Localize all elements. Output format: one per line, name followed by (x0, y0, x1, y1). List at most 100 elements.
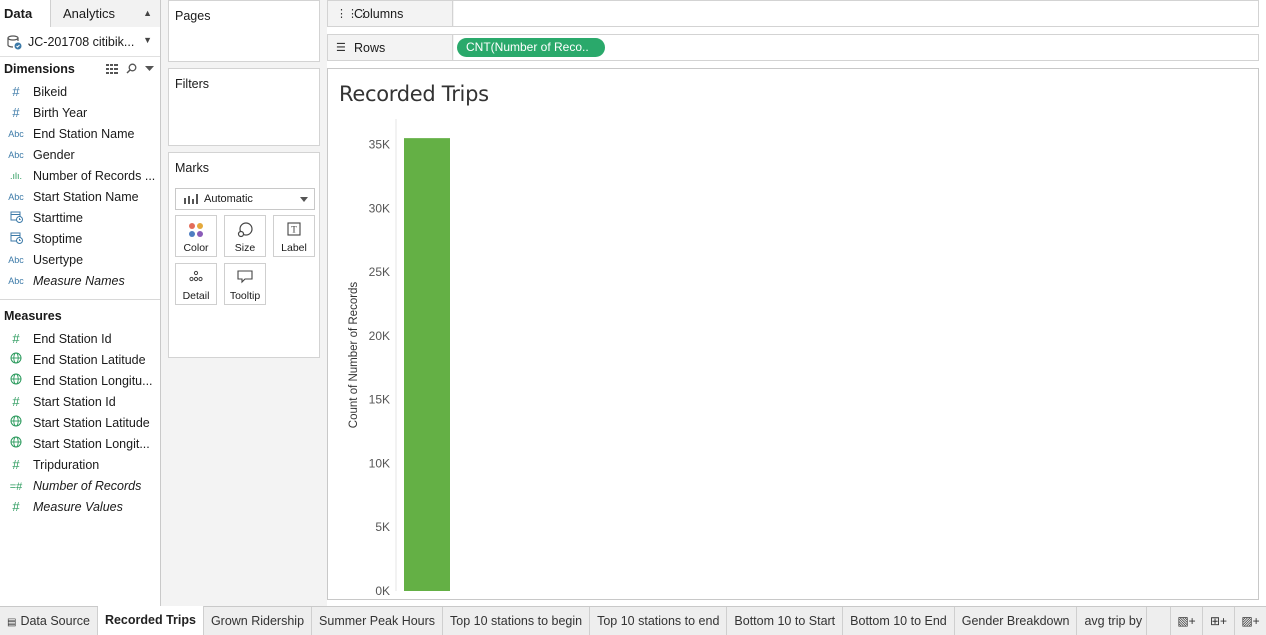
rows-shelf: ☰ Rows CNT(Number of Reco.. (327, 34, 1259, 61)
measure-field[interactable]: Start Station Latitude (0, 412, 160, 433)
string-type-icon: Abc (8, 254, 24, 265)
measure-field[interactable]: End Station Longitu... (0, 370, 160, 391)
filters-card[interactable]: Filters (168, 68, 320, 146)
sheet-tab-label: Recorded Trips (104, 613, 196, 627)
dimension-field[interactable]: .ılı. Number of Records ... (0, 165, 160, 186)
number-type-icon: # (12, 457, 20, 472)
dimension-field-name: Measure Names (33, 273, 125, 288)
tableau-workspace: Data Analytics ▲ ▼ JC-201708 citibik... D… (0, 0, 1266, 635)
columns-drop-zone[interactable] (454, 1, 1258, 26)
dimension-field[interactable]: Starttime (0, 207, 160, 228)
mark-type-dropdown[interactable]: Automatic (175, 188, 315, 210)
dimension-field-name: Usertype (33, 252, 84, 267)
dimension-field[interactable]: # Bikeid (0, 81, 160, 102)
marks-card: Marks Automatic Color Size T Label Detai… (168, 152, 320, 358)
sheet-tab-bar: ▤ Data Source Recorded Trips Grown Ridershi… (0, 606, 1266, 635)
dimension-field[interactable]: Abc Start Station Name (0, 186, 160, 207)
measure-field[interactable]: End Station Latitude (0, 349, 160, 370)
data-source-item[interactable]: JC-201708 citibik... (0, 27, 160, 57)
up-down-arrows-icon[interactable]: ▲ ▼ (143, 0, 152, 54)
color-icon (189, 223, 203, 237)
sheet-tab[interactable]: Top 10 stations to end (590, 607, 728, 635)
size-button[interactable]: Size (224, 215, 266, 257)
calculated-number-icon: =# (9, 480, 23, 493)
new-story-icon[interactable]: ▨+ (1234, 607, 1266, 635)
measure-field[interactable]: # Measure Values (0, 496, 160, 517)
dimension-field[interactable]: Abc Gender (0, 144, 160, 165)
measures-title: Measures (4, 309, 62, 323)
measure-field-name: Start Station Longit... (33, 436, 150, 451)
label-label: Label (281, 242, 307, 254)
sheet-tab[interactable]: Top 10 stations to begin (443, 607, 591, 635)
tab-data[interactable]: Data (0, 0, 50, 27)
y-tick-label: 15K (369, 393, 390, 407)
dimension-field[interactable]: Abc Measure Names (0, 270, 160, 291)
new-dashboard-icon[interactable]: ⊞+ (1202, 607, 1234, 635)
data-source-name: JC-201708 citibik... (28, 34, 135, 49)
detail-icon (189, 270, 203, 282)
tooltip-button[interactable]: Tooltip (224, 263, 266, 305)
dimension-field-name: Start Station Name (33, 189, 139, 204)
globe-icon (5, 373, 27, 388)
dimension-field[interactable]: # Birth Year (0, 102, 160, 123)
sheet-tab[interactable]: Bottom 10 to End (843, 607, 955, 635)
dimensions-header: Dimensions (0, 57, 160, 81)
chevron-down-icon[interactable] (145, 65, 154, 72)
measures-list: # End Station Id End Station Latitude End S… (0, 328, 160, 517)
dimension-field-name: Number of Records ... (33, 168, 156, 183)
measures-header: Measures (0, 304, 160, 328)
number-type-icon: # (12, 105, 20, 120)
measure-field-name: Start Station Id (33, 394, 116, 409)
bar-mark[interactable] (404, 138, 450, 591)
y-tick-label: 10K (369, 456, 390, 470)
dimension-field[interactable]: Stoptime (0, 228, 160, 249)
svg-text:T: T (291, 225, 297, 235)
sheet-tab[interactable]: Recorded Trips (97, 606, 204, 635)
measure-field-name: Start Station Latitude (33, 415, 150, 430)
sheet-tab[interactable]: Grown Ridership (204, 607, 313, 635)
pages-card[interactable]: Pages (168, 0, 320, 62)
dimension-field[interactable]: Abc Usertype (0, 249, 160, 270)
label-button[interactable]: T Label (273, 215, 315, 257)
rows-drop-zone[interactable]: CNT(Number of Reco.. (454, 35, 1258, 60)
sheet-tab-label: Top 10 stations to end (597, 614, 720, 628)
y-tick-label: 30K (369, 201, 390, 215)
dimension-field[interactable]: Abc End Station Name (0, 123, 160, 144)
search-icon[interactable] (126, 63, 137, 74)
tooltip-label: Tooltip (229, 290, 261, 302)
measure-field-name: Number of Records (33, 478, 142, 493)
data-pane: Data Analytics ▲ ▼ JC-201708 citibik... D… (0, 0, 161, 606)
worksheet-view: Recorded Trips 0K 5K 10K 15K 20K 25K 30K 35K Cou… (327, 68, 1259, 600)
color-button[interactable]: Color (175, 215, 217, 257)
detail-label: Detail (182, 290, 210, 302)
measure-field-name: Measure Values (33, 499, 123, 514)
new-worksheet-icon[interactable]: ▧+ (1170, 607, 1202, 635)
measure-field[interactable]: # Start Station Id (0, 391, 160, 412)
measure-field[interactable]: Start Station Longit... (0, 433, 160, 454)
cards-column: Pages Filters Marks Automatic Color Size… (161, 0, 327, 606)
measure-field[interactable]: =# Number of Records (0, 475, 160, 496)
measure-field[interactable]: # End Station Id (0, 328, 160, 349)
sheet-tab-label: avg trip by (1084, 614, 1143, 628)
tooltip-icon (237, 270, 253, 284)
sheet-tab-label: Summer Peak Hours (319, 614, 436, 628)
measure-field-name: Tripduration (33, 457, 100, 472)
columns-label: Columns (354, 6, 404, 21)
sheet-tab[interactable]: Gender Breakdown (955, 607, 1078, 635)
tab-bar-spacer (1147, 607, 1170, 635)
view-list-icon[interactable] (106, 63, 118, 74)
string-type-icon: Abc (8, 128, 24, 139)
rows-measure-pill[interactable]: CNT(Number of Reco.. (457, 38, 605, 57)
y-tick-label: 25K (369, 265, 390, 279)
measure-field[interactable]: # Tripduration (0, 454, 160, 475)
sheet-tab[interactable]: Summer Peak Hours (312, 607, 444, 635)
data-source-icon (7, 34, 22, 49)
detail-button[interactable]: Detail (175, 263, 217, 305)
tab-data-source[interactable]: ▤ Data Source (0, 607, 98, 635)
sheet-tab-label: Grown Ridership (210, 614, 305, 628)
sheet-tab[interactable]: avg trip by (1077, 607, 1148, 635)
columns-shelf-label: ⋮⋮⋮ Columns (328, 1, 453, 26)
pages-title: Pages (175, 9, 211, 23)
tab-analytics[interactable]: Analytics ▲ ▼ (50, 0, 160, 45)
sheet-tab[interactable]: Bottom 10 to Start (727, 607, 844, 635)
